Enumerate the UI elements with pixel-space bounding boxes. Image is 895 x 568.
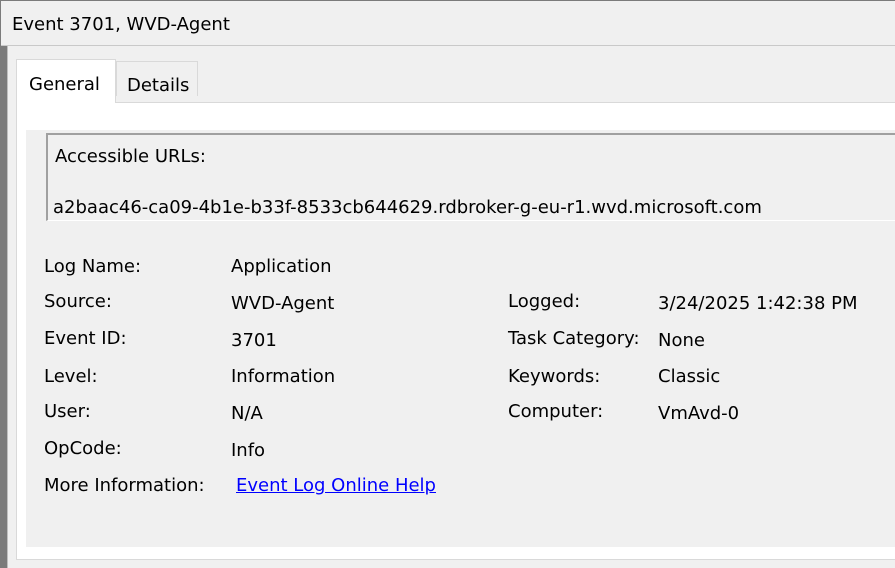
event-id-label: Event ID: bbox=[44, 328, 127, 349]
description-line-2: a2baac46-ca09-4b1e-b33f-8533cb644629.rdb… bbox=[53, 197, 762, 218]
window-title: Event 3701, WVD-Agent bbox=[12, 14, 230, 35]
opcode-value: Info bbox=[231, 440, 266, 461]
user-label: User: bbox=[44, 401, 91, 422]
log-name-value: Application bbox=[231, 256, 332, 277]
logged-value: 3/24/2025 1:42:38 PM bbox=[658, 293, 858, 314]
source-value: WVD-Agent bbox=[231, 293, 335, 314]
level-value: Information bbox=[231, 366, 336, 387]
keywords-value: Classic bbox=[658, 366, 721, 387]
computer-value: VmAvd-0 bbox=[658, 403, 740, 424]
tab-details-label: Details bbox=[127, 75, 190, 96]
user-value: N/A bbox=[231, 403, 263, 424]
logged-label: Logged: bbox=[508, 291, 581, 312]
description-line-1: Accessible URLs: bbox=[55, 146, 206, 167]
window-title-bar: Event 3701, WVD-Agent bbox=[1, 1, 895, 46]
log-name-label: Log Name: bbox=[44, 256, 142, 277]
keywords-label: Keywords: bbox=[508, 366, 601, 387]
level-label: Level: bbox=[44, 366, 98, 387]
tab-details[interactable]: Details bbox=[116, 61, 198, 96]
opcode-label: OpCode: bbox=[44, 438, 122, 459]
task-category-value: None bbox=[658, 330, 705, 351]
task-category-label: Task Category: bbox=[508, 328, 640, 349]
event-id-value: 3701 bbox=[231, 330, 277, 351]
tab-general[interactable]: General bbox=[16, 59, 116, 103]
tab-general-label: General bbox=[29, 74, 100, 95]
event-description-box[interactable]: Accessible URLs: a2baac46-ca09-4b1e-b33f… bbox=[46, 133, 895, 221]
event-log-online-help-link[interactable]: Event Log Online Help bbox=[236, 475, 436, 496]
computer-label: Computer: bbox=[508, 401, 604, 422]
more-information-label: More Information: bbox=[44, 475, 205, 496]
source-label: Source: bbox=[44, 291, 112, 312]
